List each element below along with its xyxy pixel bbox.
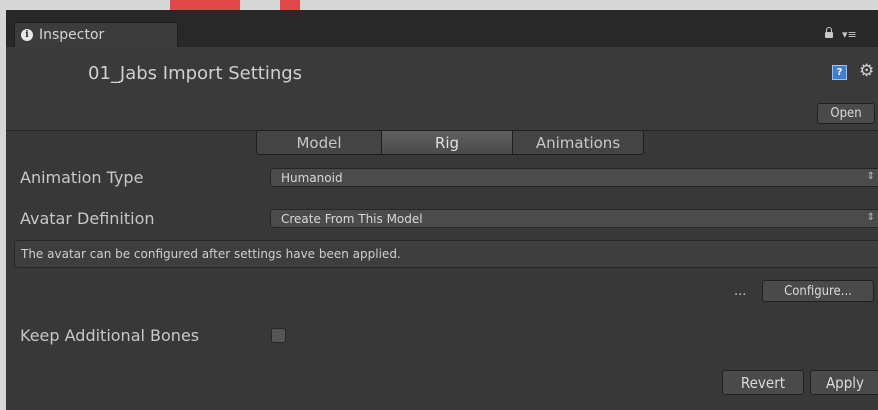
tab-label: Inspector bbox=[39, 27, 105, 43]
dropdown-arrow-icon: ⇕ bbox=[866, 212, 875, 223]
animation-type-label: Animation Type bbox=[20, 168, 144, 187]
inspector-header: 01_Jabs Import Settings ? ⚙ Open bbox=[6, 47, 878, 131]
info-message: The avatar can be configured after setti… bbox=[14, 240, 878, 268]
tab-model[interactable]: Model bbox=[256, 130, 382, 155]
avatar-definition-value: Create From This Model bbox=[281, 211, 423, 226]
tab-rig[interactable]: Rig bbox=[382, 130, 512, 155]
avatar-definition-label: Avatar Definition bbox=[20, 209, 155, 228]
keep-additional-bones-label: Keep Additional Bones bbox=[20, 326, 200, 345]
open-button[interactable]: Open bbox=[817, 103, 875, 124]
lock-icon[interactable] bbox=[825, 27, 833, 38]
apply-button[interactable]: Apply bbox=[810, 370, 878, 395]
configure-button[interactable]: Configure... bbox=[762, 280, 874, 302]
info-icon: i bbox=[21, 29, 33, 41]
animation-type-value: Humanoid bbox=[281, 170, 343, 185]
keep-additional-bones-checkbox[interactable] bbox=[271, 328, 286, 343]
revert-button[interactable]: Revert bbox=[722, 370, 804, 395]
import-tabs: Model Rig Animations bbox=[256, 130, 644, 155]
dropdown-arrow-icon: ⇕ bbox=[866, 171, 875, 182]
ellipsis-text: ... bbox=[734, 284, 747, 299]
tab-inspector[interactable]: i Inspector bbox=[14, 22, 178, 47]
animation-type-dropdown[interactable]: Humanoid ⇕ bbox=[270, 168, 878, 187]
menu-icon[interactable]: ▾≡ bbox=[842, 28, 857, 41]
inspector-window: i Inspector ▾≡ 01_Jabs Import Settings ?… bbox=[6, 10, 878, 410]
avatar-definition-dropdown[interactable]: Create From This Model ⇕ bbox=[270, 209, 878, 228]
tab-bar: i Inspector ▾≡ bbox=[6, 10, 878, 47]
gear-icon[interactable]: ⚙ bbox=[859, 61, 874, 81]
tab-animations[interactable]: Animations bbox=[512, 130, 644, 155]
page-title: 01_Jabs Import Settings bbox=[88, 63, 303, 84]
help-icon[interactable]: ? bbox=[832, 65, 847, 80]
